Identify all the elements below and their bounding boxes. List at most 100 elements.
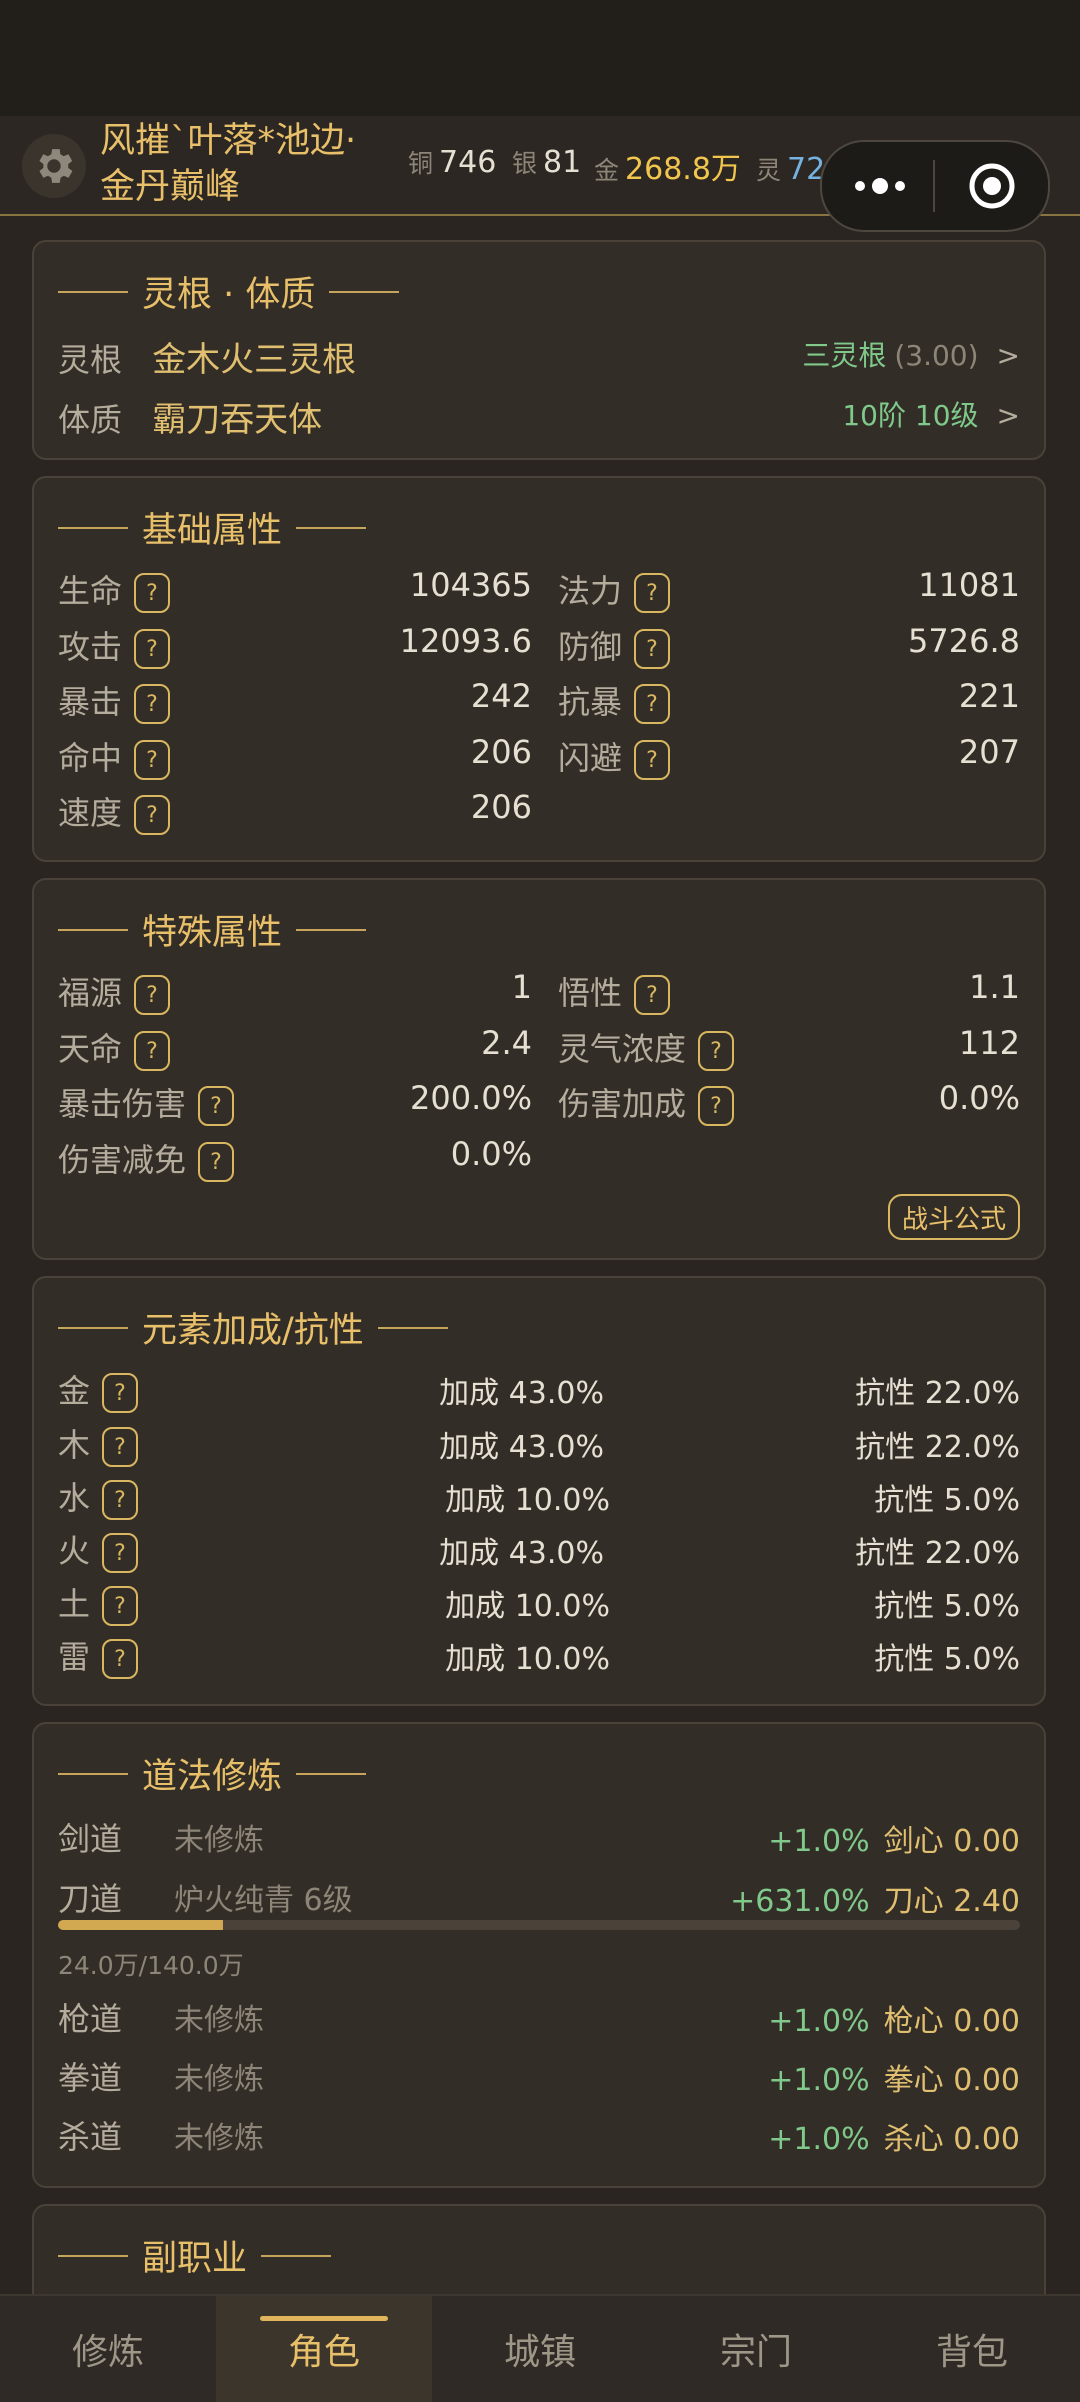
more-dots-icon[interactable] xyxy=(852,172,908,200)
player-name-text: 风摧`叶落*池边· xyxy=(100,121,357,161)
tab-town[interactable]: 城镇 xyxy=(432,2296,648,2402)
tab-character[interactable]: 角色 xyxy=(216,2296,432,2402)
dao-row-kill[interactable]: 杀道 未修炼 xyxy=(58,2112,264,2158)
blade-progress-bar xyxy=(58,1920,1020,1930)
help-icon[interactable]: ? xyxy=(102,1639,139,1679)
help-icon[interactable]: ? xyxy=(198,1142,235,1182)
player-realm: 金丹巅峰 xyxy=(100,167,241,207)
capsule-divider xyxy=(933,160,935,212)
dao-sword-stats: +1.0% 剑心 0.00 xyxy=(768,1824,1020,1859)
record-icon[interactable] xyxy=(968,162,1016,210)
attr-crit-resist-value: 221 xyxy=(958,677,1020,715)
body-level[interactable]: 10阶 10级 > xyxy=(842,394,1020,434)
body-row[interactable]: 体质 霸刀吞天体 xyxy=(58,392,322,441)
help-icon[interactable]: ? xyxy=(634,740,671,780)
tab-bag[interactable]: 背包 xyxy=(864,2296,1080,2402)
dao-row-blade[interactable]: 刀道 炉火纯青 6级 xyxy=(58,1874,353,1920)
help-icon[interactable]: ? xyxy=(134,573,171,613)
help-icon[interactable]: ? xyxy=(198,1086,235,1126)
spirit-root-grade[interactable]: 三灵根 (3.00) > xyxy=(802,334,1020,374)
miniprogram-capsule xyxy=(820,140,1050,232)
dao-title: 道法修炼 xyxy=(58,1748,380,1799)
help-icon[interactable]: ? xyxy=(102,1586,139,1626)
help-icon[interactable]: ? xyxy=(102,1427,139,1467)
blade-progress-text: 24.0万/140.0万 xyxy=(58,1951,244,1980)
dao-fist-stats: +1.0% 拳心 0.00 xyxy=(768,2063,1020,2098)
tab-sect[interactable]: 宗门 xyxy=(648,2296,864,2402)
attr-attack-value: 12093.6 xyxy=(399,622,532,660)
attr-hp: 生命? xyxy=(58,566,171,613)
element-fire-bonus: 加成 43.0% xyxy=(439,1536,604,1571)
help-icon[interactable]: ? xyxy=(134,795,171,835)
dao-row-sword[interactable]: 剑道 未修炼 xyxy=(58,1814,264,1860)
attr-mana: 法力? xyxy=(558,566,671,613)
tab-cultivate[interactable]: 修炼 xyxy=(0,2296,216,2402)
element-metal: 金? xyxy=(58,1366,139,1413)
attr-speed-value: 206 xyxy=(470,788,532,826)
help-icon[interactable]: ? xyxy=(134,740,171,780)
help-icon[interactable]: ? xyxy=(698,1086,735,1126)
help-icon[interactable]: ? xyxy=(102,1480,139,1520)
help-icon[interactable]: ? xyxy=(634,684,671,724)
element-fire-resist: 抗性 22.0% xyxy=(855,1536,1020,1571)
subjob-title: 副职业 xyxy=(58,2230,345,2281)
spirit-root-label: 灵根 xyxy=(58,341,123,379)
element-wood-bonus: 加成 43.0% xyxy=(439,1430,604,1465)
attr-crit-damage: 暴击伤害? xyxy=(58,1079,235,1126)
element-water: 水? xyxy=(58,1473,139,1520)
element-metal-bonus: 加成 43.0% xyxy=(439,1376,604,1411)
dao-cultivation-card: 道法修炼 剑道 未修炼 +1.0% 剑心 0.00 刀道 炉火纯青 6级 +631.0… xyxy=(32,1722,1046,2188)
spirit-root-row[interactable]: 灵根 金木火三灵根 xyxy=(58,332,356,381)
help-icon[interactable]: ? xyxy=(634,629,671,669)
help-icon[interactable]: ? xyxy=(102,1373,139,1413)
dao-row-spear[interactable]: 枪道 未修炼 xyxy=(58,1994,264,2040)
elements-title: 元素加成/抗性 xyxy=(58,1302,462,1353)
element-wood-resist: 抗性 22.0% xyxy=(855,1430,1020,1465)
help-icon[interactable]: ? xyxy=(634,975,671,1015)
element-water-bonus: 加成 10.0% xyxy=(445,1483,610,1518)
element-fire: 火? xyxy=(58,1526,139,1573)
basic-title: 基础属性 xyxy=(58,502,380,553)
body-value: 霸刀吞天体 xyxy=(152,400,323,440)
help-icon[interactable]: ? xyxy=(134,1031,171,1071)
bottom-tab-bar: 修炼 角色 城镇 宗门 背包 xyxy=(0,2294,1080,2402)
attr-dodge: 闪避? xyxy=(558,733,671,780)
attr-defense-value: 5726.8 xyxy=(908,622,1020,660)
basic-attributes-card: 基础属性 生命? 104365 攻击? 12093.6 暴击? 242 命中? … xyxy=(32,476,1046,862)
chevron-right-icon: > xyxy=(996,339,1020,372)
dao-spear-stats: +1.0% 枪心 0.00 xyxy=(768,2004,1020,2039)
attr-crit-resist: 抗暴? xyxy=(558,677,671,724)
help-icon[interactable]: ? xyxy=(102,1533,139,1573)
element-earth-bonus: 加成 10.0% xyxy=(445,1589,610,1624)
spirit-title: 灵根 · 体质 xyxy=(58,266,413,317)
attr-qi-density-value: 112 xyxy=(958,1024,1020,1062)
attr-crit-damage-value: 200.0% xyxy=(409,1079,532,1117)
element-thunder-bonus: 加成 10.0% xyxy=(445,1642,610,1677)
body-label: 体质 xyxy=(58,401,123,439)
attr-fortune-value: 1 xyxy=(511,968,532,1006)
element-thunder: 雷? xyxy=(58,1632,139,1679)
dao-row-fist[interactable]: 拳道 未修炼 xyxy=(58,2053,264,2099)
attr-damage-bonus: 伤害加成? xyxy=(558,1079,735,1126)
dao-blade-stats: +631.0% 刀心 2.40 xyxy=(730,1884,1020,1919)
attr-crit-value: 242 xyxy=(470,677,532,715)
status-bar xyxy=(0,0,1080,116)
element-water-resist: 抗性 5.0% xyxy=(874,1483,1020,1518)
blade-progress-fill xyxy=(58,1920,223,1930)
help-icon[interactable]: ? xyxy=(134,975,171,1015)
special-attributes-card: 特殊属性 福源? 1 天命? 2.4 暴击伤害? 200.0% 伤害减免? 0.… xyxy=(32,878,1046,1260)
attr-comprehension: 悟性? xyxy=(558,968,671,1015)
battle-formula-button[interactable]: 战斗公式 xyxy=(888,1194,1020,1240)
gear-icon[interactable] xyxy=(22,134,86,198)
help-icon[interactable]: ? xyxy=(634,573,671,613)
chevron-right-icon: > xyxy=(996,399,1020,432)
attr-fortune: 福源? xyxy=(58,968,171,1015)
help-icon[interactable]: ? xyxy=(698,1031,735,1071)
help-icon[interactable]: ? xyxy=(134,629,171,669)
spirit-root-value: 金木火三灵根 xyxy=(152,340,357,380)
element-thunder-resist: 抗性 5.0% xyxy=(874,1642,1020,1677)
currency-gold: 金 268.8万 xyxy=(594,152,741,187)
help-icon[interactable]: ? xyxy=(134,684,171,724)
attr-destiny: 天命? xyxy=(58,1024,171,1071)
element-earth: 土? xyxy=(58,1579,139,1626)
